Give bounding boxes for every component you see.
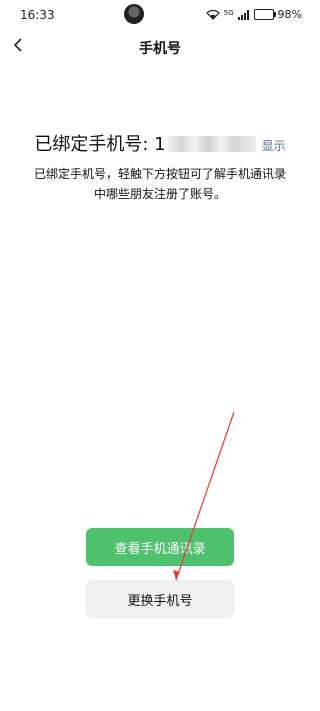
bound-phone-label: 已绑定手机号: 1 xyxy=(34,134,166,155)
status-bar: 16:33 5G 98% xyxy=(0,0,320,30)
masked-phone-number xyxy=(167,136,256,152)
avatar-icon xyxy=(124,4,144,24)
wifi-icon xyxy=(205,9,220,20)
status-icons: 5G 98% xyxy=(205,8,302,21)
status-time: 16:33 xyxy=(20,8,55,22)
description-text: 已绑定手机号，轻触下方按钮可了解手机通讯录中哪些朋友注册了账号。 xyxy=(33,167,286,201)
bound-phone-row: 已绑定手机号: 1 显示 xyxy=(0,130,320,156)
signal-icon xyxy=(237,9,249,20)
signal-5g-label: 5G xyxy=(223,9,234,17)
battery-percent: 98% xyxy=(277,8,302,21)
page-title: 手机号 xyxy=(139,41,181,57)
battery-icon xyxy=(253,9,276,20)
nav-bar: 手机号 xyxy=(0,30,320,64)
change-phone-button[interactable]: 更换手机号 xyxy=(86,580,234,618)
show-phone-link[interactable]: 显示 xyxy=(262,139,286,153)
view-contacts-button[interactable]: 查看手机通讯录 xyxy=(86,528,234,566)
